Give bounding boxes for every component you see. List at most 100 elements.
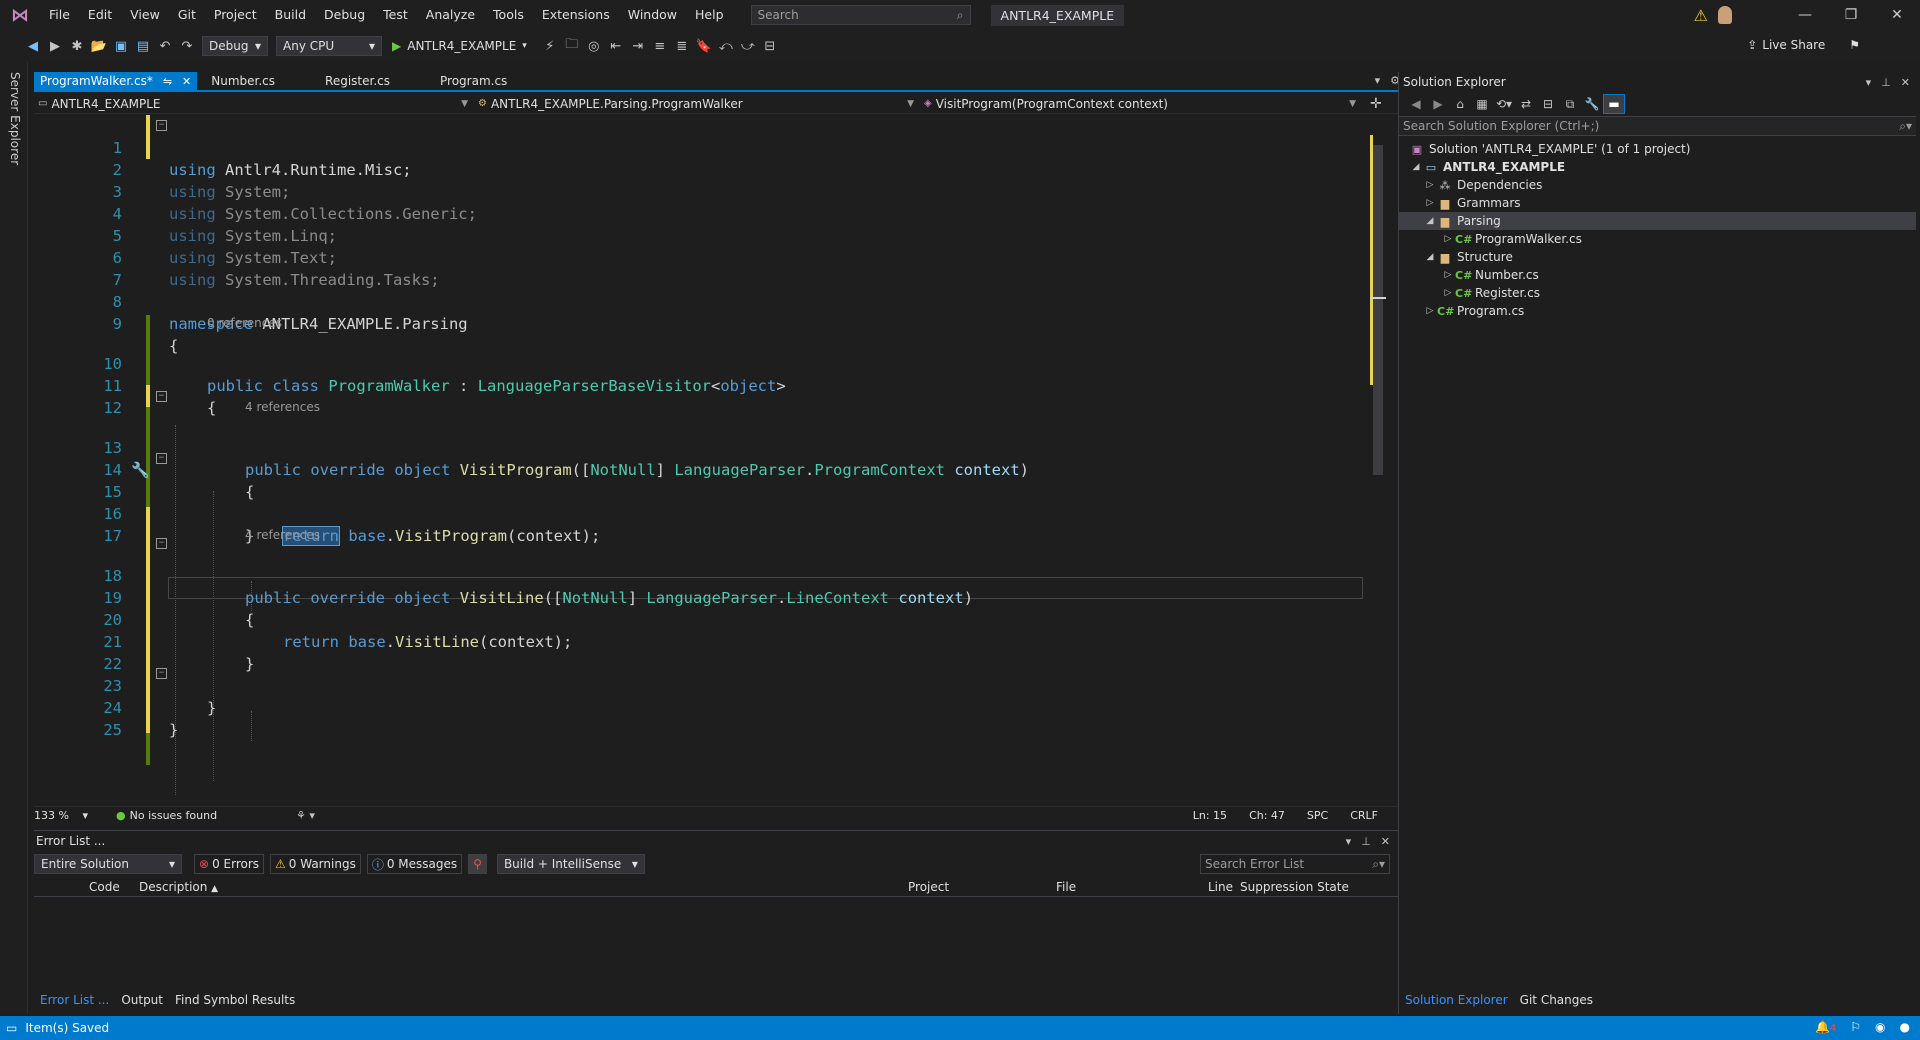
visual-studio-logo-icon[interactable]: ⋈ — [0, 0, 40, 30]
code-line[interactable]: 18 public override object VisitLine([Not… — [34, 543, 1364, 607]
code-line[interactable]: 4 using System.Linq; — [34, 181, 1364, 245]
split-editor-icon[interactable]: ✛ — [1370, 96, 1382, 112]
line-ending-indicator[interactable]: CRLF — [1350, 809, 1378, 822]
code-line[interactable]: 24 } — [34, 675, 1364, 739]
solution-explorer-search-input[interactable]: Search Solution Explorer (Ctrl+;) ⌕▾ — [1399, 116, 1916, 136]
tab-number[interactable]: Number.cs — [197, 72, 319, 90]
codelens-references[interactable]: 0 references — [207, 315, 282, 331]
code-line[interactable]: 1 using Antlr4.Runtime.Misc; — [34, 115, 1364, 179]
tab-find-symbol-results[interactable]: Find Symbol Results — [169, 993, 301, 1007]
show-all-files-icon[interactable]: ⧉ — [1559, 94, 1581, 114]
menu-edit[interactable]: Edit — [79, 0, 121, 30]
menu-extensions[interactable]: Extensions — [533, 0, 619, 30]
close-icon[interactable]: ✕ — [1901, 76, 1910, 89]
chevron-down-icon[interactable]: ▾ — [1866, 76, 1872, 89]
collapsed-triangle-icon[interactable]: ▷ — [1441, 270, 1455, 280]
menu-build[interactable]: Build — [266, 0, 315, 30]
tab-error-list[interactable]: Error List ... — [34, 993, 115, 1007]
tree-item-dependencies[interactable]: ▷ ⁂ Dependencies — [1399, 176, 1916, 194]
start-debugging-button[interactable]: ▶ ANTLR4_EXAMPLE ▾ — [392, 39, 527, 53]
expanded-triangle-icon[interactable]: ◢ — [1423, 252, 1437, 262]
server-explorer-tab[interactable]: Server Explorer — [8, 72, 22, 165]
home-icon[interactable]: ⌂ — [1449, 94, 1471, 114]
error-list-search-input[interactable]: Search Error List ⌕▾ — [1200, 854, 1390, 874]
menu-view[interactable]: View — [121, 0, 169, 30]
zoom-dropdown[interactable]: 133 % ▾ — [34, 809, 94, 822]
close-icon[interactable]: ✕ — [1874, 0, 1920, 30]
code-line[interactable]: 21 } — [34, 609, 1364, 673]
search-input[interactable]: Search ⌕ — [750, 5, 971, 25]
navigate-back-icon[interactable]: ◀ — [22, 35, 44, 57]
code-line[interactable]: 22 — [34, 631, 1364, 673]
build-filter-dropdown[interactable]: Build + IntelliSense ▾ — [496, 854, 645, 874]
notification-warning-icon[interactable]: ⚠ — [1694, 6, 1708, 25]
code-line[interactable]: 20 return base.VisitLine(context); — [34, 587, 1364, 651]
column-file[interactable]: File — [1056, 880, 1076, 894]
code-line[interactable]: 16 } — [34, 481, 1364, 545]
save-all-icon[interactable]: ▤ — [132, 35, 154, 57]
collapsed-triangle-icon[interactable]: ▷ — [1423, 180, 1437, 190]
tree-item-structure[interactable]: ◢ ▆ Structure — [1399, 248, 1916, 266]
pending-changes-filter-icon[interactable]: ⟲▾ — [1493, 94, 1515, 114]
navigate-forward-icon[interactable]: ▶ — [44, 35, 66, 57]
sync-icon[interactable]: ⇄ — [1515, 94, 1537, 114]
code-line[interactable]: 12 — [34, 375, 1364, 417]
tree-item-grammars[interactable]: ▷ ▆ Grammars — [1399, 194, 1916, 212]
tree-item-solution[interactable]: ▣ Solution 'ANTLR4_EXAMPLE' (1 of 1 proj… — [1399, 140, 1916, 158]
codelens-references[interactable]: 4 references — [245, 399, 320, 415]
indent-icon[interactable]: ⇤ — [605, 35, 627, 57]
bookmark-icon[interactable]: 🔖 — [693, 35, 715, 57]
close-icon[interactable]: ✕ — [1381, 835, 1390, 848]
code-line[interactable]: 2 using System; — [34, 137, 1364, 201]
messages-filter-button[interactable]: ⓘ 0 Messages — [366, 854, 463, 874]
open-file-icon[interactable]: 📂 — [88, 35, 110, 57]
collapsed-triangle-icon[interactable]: ▷ — [1423, 198, 1437, 208]
settings-circle-icon[interactable]: ◉ — [1875, 1020, 1885, 1034]
menu-test[interactable]: Test — [374, 0, 417, 30]
code-line[interactable]: 11 { — [34, 353, 1364, 417]
column-project[interactable]: Project — [908, 880, 949, 894]
pin-icon[interactable]: ⊥ — [1361, 835, 1371, 848]
tree-item-parsing[interactable]: ◢ ▆ Parsing — [1399, 212, 1916, 230]
git-branch-icon[interactable]: ⚐ — [1850, 1020, 1861, 1034]
project-dropdown[interactable]: ▭ ANTLR4_EXAMPLE ▼ — [34, 94, 474, 114]
code-line[interactable]: 9 { — [34, 291, 1364, 355]
tab-output[interactable]: Output — [115, 993, 169, 1007]
preview-selected-icon[interactable]: ▬ — [1603, 94, 1625, 114]
tree-item-register[interactable]: ▷ C# Register.cs — [1399, 284, 1916, 302]
code-editor[interactable]: − − − − − 1 using Antlr4.Runtime.Misc; 2… — [34, 115, 1400, 805]
configuration-dropdown[interactable]: Debug ▾ — [202, 36, 268, 56]
code-line[interactable]: 14 { — [34, 437, 1364, 501]
menu-analyze[interactable]: Analyze — [417, 0, 484, 30]
tab-register[interactable]: Register.cs — [319, 72, 434, 90]
scrollbar-thumb[interactable] — [1373, 145, 1383, 475]
chevron-down-icon[interactable]: ▾ — [1346, 835, 1352, 848]
codelens-references[interactable]: 4 references — [245, 527, 320, 543]
code-line[interactable]: 17 — [34, 503, 1364, 545]
code-line[interactable]: 5 using System.Text; — [34, 203, 1364, 267]
code-line[interactable]: 13 public override object VisitProgram([… — [34, 415, 1364, 479]
column-description[interactable]: Description ▲ — [139, 880, 218, 894]
errors-filter-button[interactable]: ⊗ 0 Errors — [194, 854, 265, 874]
tab-solution-explorer[interactable]: Solution Explorer — [1399, 993, 1514, 1007]
column-indicator[interactable]: Ch: 47 — [1249, 809, 1285, 822]
code-cleanup-icon[interactable]: ⚘ ▾ — [296, 809, 315, 822]
next-bookmark-icon[interactable]: ⤻ — [737, 35, 759, 57]
tree-item-program[interactable]: ▷ C# Program.cs — [1399, 302, 1916, 320]
notifications-icon[interactable]: 🔔4 — [1815, 1020, 1836, 1034]
feedback-icon[interactable]: ⚑ — [1849, 38, 1860, 52]
account-avatar-icon[interactable] — [1718, 6, 1732, 24]
code-line[interactable]: 8 namespace ANTLR4_EXAMPLE.Parsing — [34, 269, 1364, 333]
scope-dropdown[interactable]: Entire Solution ▾ — [34, 854, 182, 874]
prev-bookmark-icon[interactable]: ⤺ — [715, 35, 737, 57]
hot-reload-icon[interactable]: ⚡ — [539, 35, 561, 57]
comment-icon[interactable]: ≡ — [649, 35, 671, 57]
warnings-filter-button[interactable]: ⚠ 0 Warnings — [270, 854, 361, 874]
menu-help[interactable]: Help — [686, 0, 733, 30]
column-code[interactable]: Code — [89, 880, 120, 894]
code-line[interactable]: 7 — [34, 247, 1364, 289]
pin-icon[interactable]: ⊥ — [1881, 76, 1891, 89]
code-line[interactable]: 23 } — [34, 653, 1364, 717]
back-icon[interactable]: ◀ — [1405, 94, 1427, 114]
member-dropdown[interactable]: ◈ VisitProgram(ProgramContext context) ▼ — [920, 94, 1362, 114]
